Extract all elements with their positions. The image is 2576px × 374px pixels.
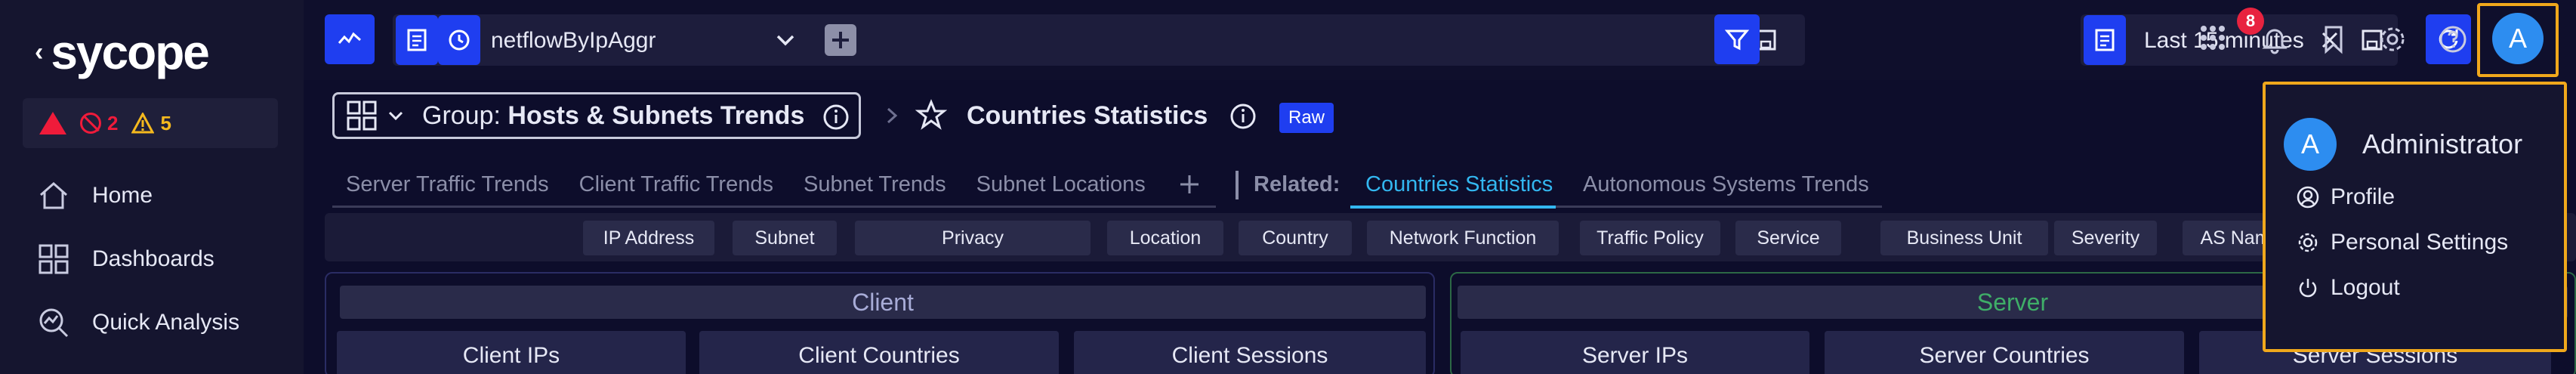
tab-subnet-locations[interactable]: Subnet Locations bbox=[976, 172, 1146, 205]
filter-traffic-policy[interactable]: Traffic Policy bbox=[1580, 221, 1720, 255]
chevron-down-icon[interactable] bbox=[770, 25, 801, 55]
nav-item-label: Dashboards bbox=[92, 246, 214, 271]
filter-location[interactable]: Location bbox=[1107, 221, 1223, 255]
client-panel: Client Client IPs Client Countries Clien… bbox=[325, 272, 1435, 374]
tabs-divider bbox=[1236, 171, 1239, 199]
error-alert[interactable]: 2 bbox=[80, 112, 118, 135]
filter-network-function[interactable]: Network Function bbox=[1367, 221, 1559, 255]
history-icon bbox=[449, 29, 470, 51]
warning-count: 5 bbox=[160, 111, 171, 134]
breadcrumb-chevron-icon bbox=[887, 107, 898, 124]
tab-server-traffic-trends[interactable]: Server Traffic Trends bbox=[346, 172, 549, 205]
error-count: 2 bbox=[107, 111, 119, 134]
power-icon bbox=[2299, 279, 2317, 298]
filter-bar: IP Address Subnet Privacy Location Count… bbox=[325, 213, 2576, 261]
menu-item-label: Personal Settings bbox=[2331, 230, 2509, 255]
filter-severity[interactable]: Severity bbox=[2054, 221, 2157, 255]
tabs-underline bbox=[332, 206, 1216, 208]
apps-grid-icon[interactable] bbox=[2198, 23, 2228, 53]
dashboard-activity-button[interactable] bbox=[325, 14, 375, 64]
user-name: Administrator bbox=[2362, 128, 2523, 159]
add-view-button[interactable] bbox=[825, 24, 856, 56]
client-panel-title: Client bbox=[340, 286, 1426, 319]
info-icon[interactable] bbox=[821, 102, 851, 132]
user-menu: A Administrator Profile Personal Setting… bbox=[2263, 82, 2567, 352]
list-icon bbox=[2095, 29, 2115, 51]
tab-client-traffic-trends[interactable]: Client Traffic Trends bbox=[579, 172, 773, 205]
filter-subnet[interactable]: Subnet bbox=[733, 221, 837, 255]
warning-alert[interactable]: 5 bbox=[131, 112, 171, 135]
history-button[interactable] bbox=[438, 15, 480, 65]
menu-item-label: Profile bbox=[2331, 184, 2396, 209]
filter-country[interactable]: Country bbox=[1239, 221, 1352, 255]
profile-icon bbox=[2297, 186, 2319, 209]
menu-item-label: Logout bbox=[2331, 275, 2400, 300]
server-countries-widget[interactable]: Server Countries bbox=[1825, 331, 2184, 374]
filter-business-unit[interactable]: Business Unit bbox=[1880, 221, 2048, 255]
filter-icon bbox=[1724, 29, 1750, 51]
related-label: Related: bbox=[1254, 172, 1340, 196]
raw-badge[interactable]: Raw bbox=[1279, 103, 1334, 133]
help-icon[interactable] bbox=[2438, 24, 2468, 54]
filter-button[interactable] bbox=[1714, 14, 1760, 64]
chevron-down-icon bbox=[388, 111, 403, 121]
tab-autonomous-systems-trends[interactable]: Autonomous Systems Trends bbox=[1583, 172, 1869, 197]
bookmark-icon[interactable] bbox=[2318, 24, 2349, 54]
gear-icon bbox=[2298, 233, 2318, 252]
filter-ip-address[interactable]: IP Address bbox=[583, 221, 714, 255]
alerts-summary[interactable]: 2 5 bbox=[23, 98, 278, 148]
filter-service[interactable]: Service bbox=[1735, 221, 1841, 255]
avatar[interactable]: A bbox=[2492, 13, 2544, 64]
nav-item-dashboards[interactable]: Dashboards bbox=[36, 242, 214, 277]
tab-countries-statistics[interactable]: Countries Statistics bbox=[1365, 172, 1553, 197]
menu-avatar: A bbox=[2284, 118, 2337, 171]
client-countries-widget[interactable]: Client Countries bbox=[699, 331, 1059, 374]
topbar: netflowByIpAggr Last 15 minutes bbox=[304, 0, 2576, 80]
view-selector[interactable]: netflowByIpAggr bbox=[393, 14, 1805, 66]
time-presets-button[interactable] bbox=[2084, 15, 2126, 65]
tab-subnet-trends[interactable]: Subnet Trends bbox=[804, 172, 946, 205]
filter-privacy[interactable]: Privacy bbox=[855, 221, 1091, 255]
star-icon[interactable] bbox=[915, 99, 947, 131]
tab-bar: Server Traffic Trends Client Traffic Tre… bbox=[332, 169, 1203, 207]
group-grid-icon bbox=[347, 100, 377, 131]
active-tab-indicator bbox=[1350, 206, 1556, 209]
menu-item-profile[interactable]: Profile bbox=[2296, 184, 2395, 210]
bell-icon[interactable] bbox=[2260, 24, 2290, 54]
list-icon bbox=[407, 29, 427, 51]
server-ips-widget[interactable]: Server IPs bbox=[1461, 331, 1809, 374]
logo-text: sycope bbox=[51, 25, 210, 79]
page-title: Countries Statistics bbox=[967, 101, 1208, 130]
sidebar: ‹ sycope 2 5 Home Dashboards Quick Analy… bbox=[0, 0, 304, 374]
related-tabs-underline bbox=[1556, 206, 1882, 208]
critical-alert-icon bbox=[39, 112, 66, 134]
home-icon bbox=[40, 181, 67, 209]
nav-item-quick-analysis[interactable]: Quick Analysis bbox=[36, 305, 239, 340]
menu-item-personal-settings[interactable]: Personal Settings bbox=[2296, 230, 2508, 255]
menu-item-logout[interactable]: Logout bbox=[2296, 275, 2400, 301]
view-list-button[interactable] bbox=[396, 15, 438, 65]
nav-item-home[interactable]: Home bbox=[36, 178, 153, 213]
ban-icon bbox=[80, 113, 101, 134]
dashboards-icon bbox=[39, 244, 69, 274]
group-label: Group: Hosts & Subnets Trends bbox=[422, 101, 804, 131]
client-sessions-widget[interactable]: Client Sessions bbox=[1074, 331, 1426, 374]
add-tab-plus-icon[interactable] bbox=[1176, 171, 1203, 198]
plus-icon bbox=[832, 32, 849, 48]
quick-analysis-icon bbox=[39, 308, 69, 338]
logo[interactable]: ‹ sycope bbox=[35, 25, 210, 79]
warning-icon bbox=[131, 111, 155, 134]
view-name: netflowByIpAggr bbox=[491, 28, 656, 53]
info-icon[interactable] bbox=[1228, 101, 1258, 131]
nav-item-label: Home bbox=[92, 183, 153, 208]
group-selector[interactable]: Group: Hosts & Subnets Trends bbox=[332, 92, 861, 139]
nav-item-label: Quick Analysis bbox=[92, 310, 240, 335]
collapse-chevron-icon[interactable]: ‹ bbox=[35, 38, 43, 67]
client-ips-widget[interactable]: Client IPs bbox=[337, 331, 686, 374]
group-name: Hosts & Subnets Trends bbox=[507, 100, 805, 130]
activity-icon bbox=[338, 32, 361, 44]
group-prefix: Group: bbox=[422, 100, 508, 130]
gear-icon[interactable] bbox=[2377, 24, 2408, 54]
notification-badge: 8 bbox=[2237, 8, 2264, 35]
